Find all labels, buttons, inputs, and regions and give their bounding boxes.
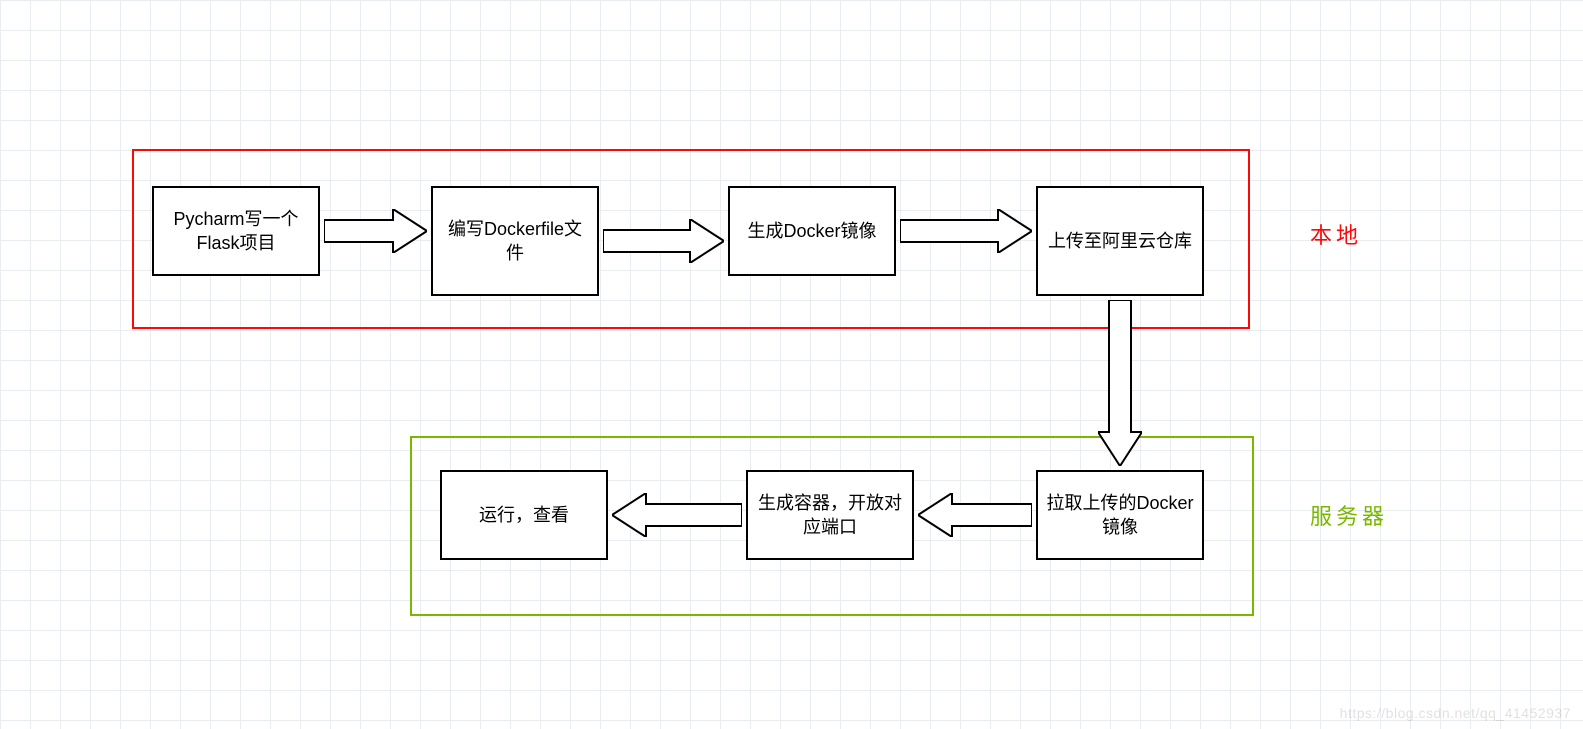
node-n2: 编写Dockerfile文件 [431,186,599,296]
node-n5: 拉取上传的Docker镜像 [1036,470,1204,560]
node-n1: Pycharm写一个Flask项目 [152,186,320,276]
node-n7: 运行，查看 [440,470,608,560]
diagram-canvas: 本地服务器 Pycharm写一个Flask项目 编写Dockerfile文件 生成Do… [0,0,1583,729]
watermark-text: https://blog.csdn.net/qq_41452937 [1340,705,1571,721]
region-label-server: 服务器 [1310,499,1388,531]
region-label-local: 本地 [1310,218,1362,250]
node-n3: 生成Docker镜像 [728,186,896,276]
node-n6: 生成容器，开放对应端口 [746,470,914,560]
node-n4: 上传至阿里云仓库 [1036,186,1204,296]
